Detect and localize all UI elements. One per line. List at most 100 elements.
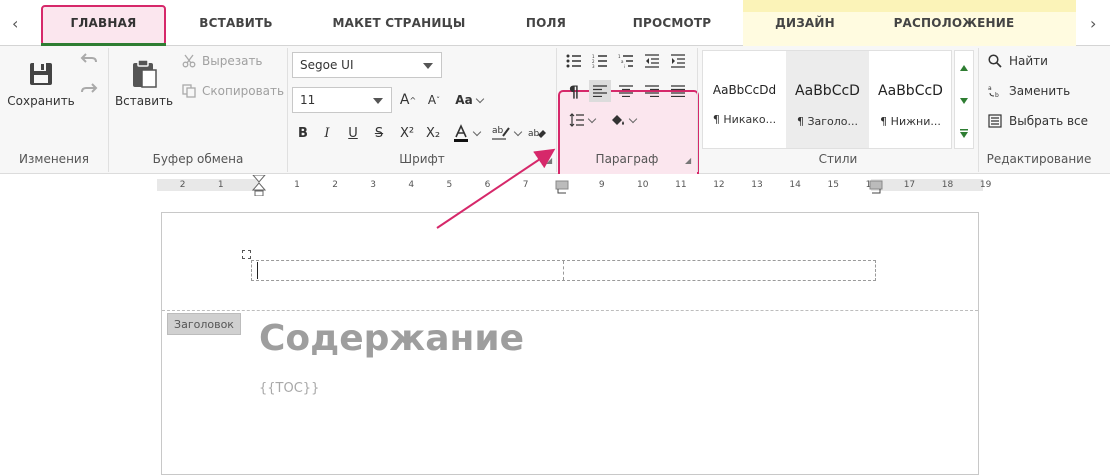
tab-page-layout[interactable]: МАКЕТ СТРАНИЦЫ [320, 0, 478, 46]
copy-button[interactable]: Скопировать [182, 84, 284, 98]
svg-text:i: i [624, 64, 625, 68]
line-spacing-icon [569, 113, 585, 127]
style-sample: AaBbCcD [878, 83, 943, 99]
ruler-number: 10 [637, 180, 649, 190]
group-label-paragraph: Параграф [595, 152, 659, 166]
replace-icon: ab [988, 84, 1002, 98]
highlight-color-button[interactable]: ab [488, 122, 524, 144]
highlighter-icon: ab [491, 124, 511, 142]
outdent-icon [644, 54, 660, 68]
change-case-button[interactable]: Aa [450, 89, 488, 111]
save-button[interactable]: Сохранить [7, 60, 75, 108]
ruler-number: 19 [979, 180, 992, 190]
triangle-down-icon [960, 97, 968, 104]
ruler-number: 13 [751, 180, 763, 190]
header-table[interactable] [251, 260, 876, 281]
search-icon [988, 54, 1002, 68]
line-spacing-button[interactable] [563, 109, 601, 131]
shrink-font-button[interactable]: Aˇ [424, 89, 444, 111]
indent-icon [670, 54, 686, 68]
cut-button[interactable]: Вырезать [182, 54, 263, 68]
floppy-disk-icon [27, 60, 55, 88]
style-item-no-spacing[interactable]: AaBbCcDd ¶ Никако... [703, 51, 786, 148]
styles-gallery-scroll [954, 50, 974, 149]
group-label-font: Шрифт [399, 152, 445, 166]
increase-indent-button[interactable] [667, 50, 689, 72]
paste-button[interactable]: Вставить [115, 58, 173, 108]
ruler-number: 7 [522, 180, 529, 190]
bold-button[interactable]: B [294, 122, 312, 144]
chevron-down-icon [587, 114, 597, 123]
bullet-list-icon [566, 54, 582, 68]
ruler-number: 6 [484, 180, 491, 190]
multilevel-list-icon: 1ai [618, 54, 634, 68]
font-dialog-launcher-icon[interactable]: ◢ [546, 156, 552, 165]
ruler-number: 2 [332, 180, 338, 190]
style-item-heading[interactable]: AaBbCcD ¶ Заголо... [786, 51, 869, 148]
toc-placeholder[interactable]: {{TOC}} [259, 381, 319, 396]
paragraph-highlight-frame [558, 90, 699, 185]
underline-button[interactable]: U [344, 122, 362, 144]
font-size-combo[interactable]: 11 [292, 87, 392, 113]
font-color-icon [452, 124, 470, 142]
copy-label: Скопировать [202, 84, 285, 98]
undo-button[interactable] [80, 52, 98, 66]
replace-button[interactable]: ab Заменить [988, 84, 1070, 98]
horizontal-ruler[interactable]: 2112345678910111213141516171819 [157, 175, 991, 197]
tab-design[interactable]: ДИЗАЙН [760, 0, 850, 46]
ruler-number: 18 [941, 180, 954, 190]
tab-review[interactable]: ПРОСМОТР [620, 0, 724, 46]
dropdown-caret-icon [373, 98, 383, 104]
tab-layout[interactable]: РАСПОЛОЖЕНИЕ [884, 0, 1024, 46]
align-center-button[interactable] [615, 80, 637, 102]
italic-button[interactable]: I [318, 122, 336, 144]
align-left-button[interactable] [589, 80, 611, 102]
justify-button[interactable] [667, 80, 689, 102]
clear-formatting-button[interactable]: ab [528, 122, 548, 144]
paragraph-dialog-launcher-icon[interactable]: ◢ [685, 156, 691, 165]
scissors-icon [182, 54, 196, 68]
superscript-button[interactable]: X² [396, 122, 418, 144]
font-family-combo[interactable]: Segoe UI [292, 52, 442, 78]
redo-button[interactable] [80, 82, 98, 96]
group-label-clipboard: Буфер обмена [152, 152, 244, 166]
shading-button[interactable] [605, 109, 641, 131]
gallery-up-button[interactable] [955, 51, 973, 84]
align-right-button[interactable] [641, 80, 663, 102]
ruler-number: 15 [827, 180, 839, 190]
subscript-button[interactable]: X₂ [422, 122, 444, 144]
ruler-number: 4 [408, 180, 415, 190]
numbering-button[interactable]: 123 [589, 50, 611, 72]
document-page[interactable]: Заголовок Содержание {{TOC}} [161, 212, 979, 475]
tab-home[interactable]: ГЛАВНАЯ [41, 0, 166, 46]
grow-font-button[interactable]: A ^ [398, 89, 418, 111]
gallery-down-button[interactable] [955, 84, 973, 117]
style-item-footer[interactable]: AaBbCcD ¶ Нижни... [869, 51, 952, 148]
text-cursor [257, 262, 258, 279]
ruler-number: 1 [217, 180, 224, 190]
table-move-handle-icon[interactable] [242, 250, 251, 259]
scroll-left-icon[interactable]: ‹ [12, 14, 18, 33]
triangle-up-icon [960, 64, 968, 71]
select-all-button[interactable]: Выбрать все [988, 114, 1088, 128]
table-column-marker-icon[interactable] [555, 179, 569, 195]
strikethrough-button[interactable]: S [370, 122, 388, 144]
decrease-indent-button[interactable] [641, 50, 663, 72]
font-color-button[interactable] [448, 122, 484, 144]
show-formatting-marks-button[interactable]: ¶ [563, 80, 585, 102]
scroll-right-icon[interactable]: › [1090, 14, 1096, 33]
replace-label: Заменить [1009, 84, 1071, 98]
svg-text:ab: ab [492, 126, 504, 136]
copy-icon [182, 84, 196, 98]
left-indent-marker-icon[interactable] [252, 175, 266, 197]
find-button[interactable]: Найти [988, 54, 1048, 68]
document-heading[interactable]: Содержание [259, 318, 524, 359]
tab-fields[interactable]: ПОЛЯ [508, 0, 584, 46]
gallery-expand-button[interactable] [955, 117, 973, 150]
ruler-number: 17 [903, 180, 916, 190]
tab-insert[interactable]: ВСТАВИТЬ [180, 0, 292, 46]
right-indent-marker-icon[interactable] [869, 179, 883, 195]
bullets-button[interactable] [563, 50, 585, 72]
eraser-icon: ab [528, 125, 548, 141]
multilevel-list-button[interactable]: 1ai [615, 50, 637, 72]
